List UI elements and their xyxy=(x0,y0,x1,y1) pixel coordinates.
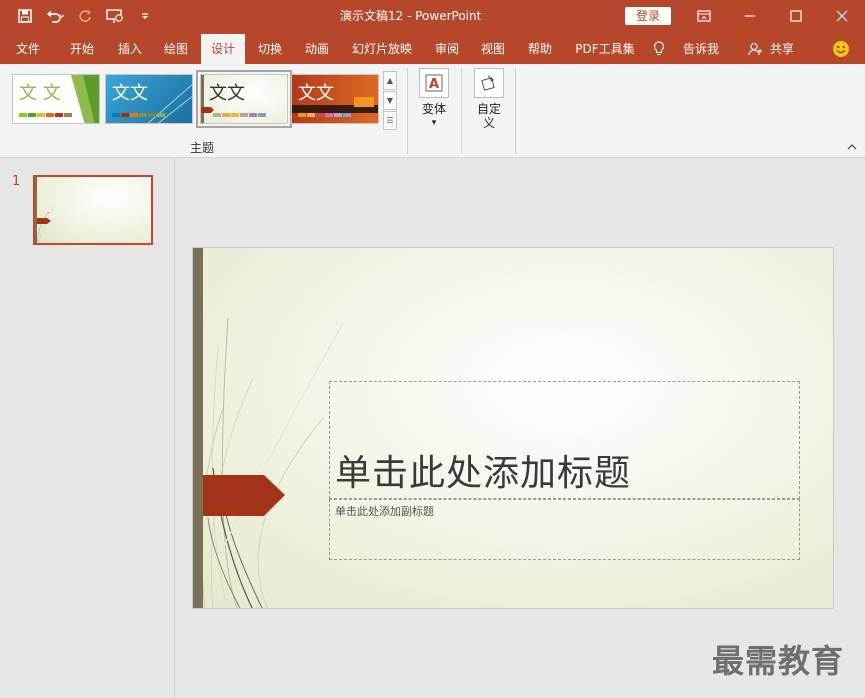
title-placeholder[interactable]: 单击此处添加标题 xyxy=(329,381,800,499)
undo-icon[interactable] xyxy=(40,0,70,32)
smiley-feedback-icon[interactable] xyxy=(830,34,852,64)
title-bar: 演示文稿12 - PowerPoint 登录 xyxy=(0,0,865,32)
tab-view[interactable]: 视图 xyxy=(471,34,515,64)
ribbon-separator xyxy=(407,68,408,154)
tab-animations[interactable]: 动画 xyxy=(295,34,339,64)
tab-help[interactable]: 帮助 xyxy=(518,34,562,64)
theme-1-sample-text: 文 文 xyxy=(19,83,61,104)
theme-thumbnail-current[interactable]: 文文 xyxy=(196,70,292,128)
title-placeholder-text: 单击此处添加标题 xyxy=(335,453,632,494)
tell-me-search[interactable]: 告诉我 xyxy=(676,34,726,64)
themes-group-label: 主题 xyxy=(190,141,215,155)
ribbon-separator xyxy=(461,68,462,154)
customize-icon xyxy=(474,68,504,98)
ribbon-separator xyxy=(515,68,516,154)
variants-label: 变体 xyxy=(421,102,446,116)
theme-3-sample-text: 文文 xyxy=(209,83,245,104)
ribbon-design: 文 文 文文 文文 文文 ▲ ▼ ☰ 主题 A 变体 ▾ 自定义 xyxy=(0,64,865,158)
quick-access-toolbar xyxy=(10,0,160,32)
redo-icon[interactable] xyxy=(70,0,100,32)
maximize-icon[interactable] xyxy=(773,0,819,32)
tab-file[interactable]: 文件 xyxy=(6,34,50,64)
theme-thumbnail-facet[interactable]: 文 文 xyxy=(12,74,100,124)
customize-qat-icon[interactable] xyxy=(130,0,160,32)
minimize-icon[interactable] xyxy=(727,0,773,32)
save-icon[interactable] xyxy=(10,0,40,32)
theme-gallery-more-icon[interactable]: ☰ xyxy=(383,111,397,130)
slide-left-bar xyxy=(193,248,203,608)
theme-scroll-up-icon[interactable]: ▲ xyxy=(383,71,397,90)
close-icon[interactable] xyxy=(819,0,865,32)
share-person-icon[interactable] xyxy=(748,34,762,64)
tab-slideshow[interactable]: 幻灯片放映 xyxy=(346,34,418,64)
theme-1-color-chips xyxy=(19,113,72,117)
ribbon-tabs: 文件 开始 插入 绘图 设计 切换 动画 幻灯片放映 审阅 视图 帮助 PDF工… xyxy=(0,32,865,64)
slide-number: 1 xyxy=(12,174,21,189)
collapse-ribbon-icon[interactable] xyxy=(847,142,857,153)
theme-3-color-chips xyxy=(213,113,266,117)
lightbulb-icon xyxy=(652,34,666,64)
theme-scroll-down-icon[interactable]: ▼ xyxy=(383,91,397,110)
tab-home[interactable]: 开始 xyxy=(60,34,104,64)
variants-dropdown-arrow: ▾ xyxy=(431,118,437,128)
tab-draw[interactable]: 绘图 xyxy=(154,34,198,64)
slide-thumbnail[interactable] xyxy=(33,175,153,245)
variants-button[interactable]: A 变体 ▾ xyxy=(411,68,457,130)
share-button[interactable]: 共享 xyxy=(766,34,798,64)
variants-icon: A xyxy=(419,68,449,98)
tab-insert[interactable]: 插入 xyxy=(108,34,152,64)
theme-2-color-chips xyxy=(112,113,165,117)
window-title: 演示文稿12 - PowerPoint xyxy=(340,9,482,23)
slide-thumbnail-pane: 1 xyxy=(0,159,175,698)
theme-4-color-chips xyxy=(298,113,351,117)
subtitle-placeholder[interactable]: 单击此处添加副标题 xyxy=(329,499,800,560)
svg-text:A: A xyxy=(429,77,439,92)
tab-design[interactable]: 设计 xyxy=(201,34,245,64)
subtitle-placeholder-text: 单击此处添加副标题 xyxy=(335,505,434,518)
customize-button[interactable]: 自定义 xyxy=(466,68,512,130)
theme-4-sample-text: 文文 xyxy=(298,83,334,104)
slideshow-from-start-icon[interactable] xyxy=(100,0,130,32)
login-button[interactable]: 登录 xyxy=(625,7,671,25)
slide-canvas[interactable]: 单击此处添加标题 单击此处添加副标题 xyxy=(192,247,834,609)
tab-review[interactable]: 审阅 xyxy=(425,34,469,64)
watermark: 最需教育 xyxy=(712,642,845,680)
customize-label: 自定义 xyxy=(476,102,501,130)
tab-pdf-tools[interactable]: PDF工具集 xyxy=(571,34,639,64)
theme-2-sample-text: 文文 xyxy=(112,83,148,104)
theme-thumbnail-ion[interactable]: 文文 xyxy=(105,74,193,124)
title-arrow-shape xyxy=(193,475,285,516)
ribbon-display-options-icon[interactable] xyxy=(681,0,727,32)
theme-thumbnail-orange[interactable]: 文文 xyxy=(291,74,379,124)
tab-transitions[interactable]: 切换 xyxy=(248,34,292,64)
